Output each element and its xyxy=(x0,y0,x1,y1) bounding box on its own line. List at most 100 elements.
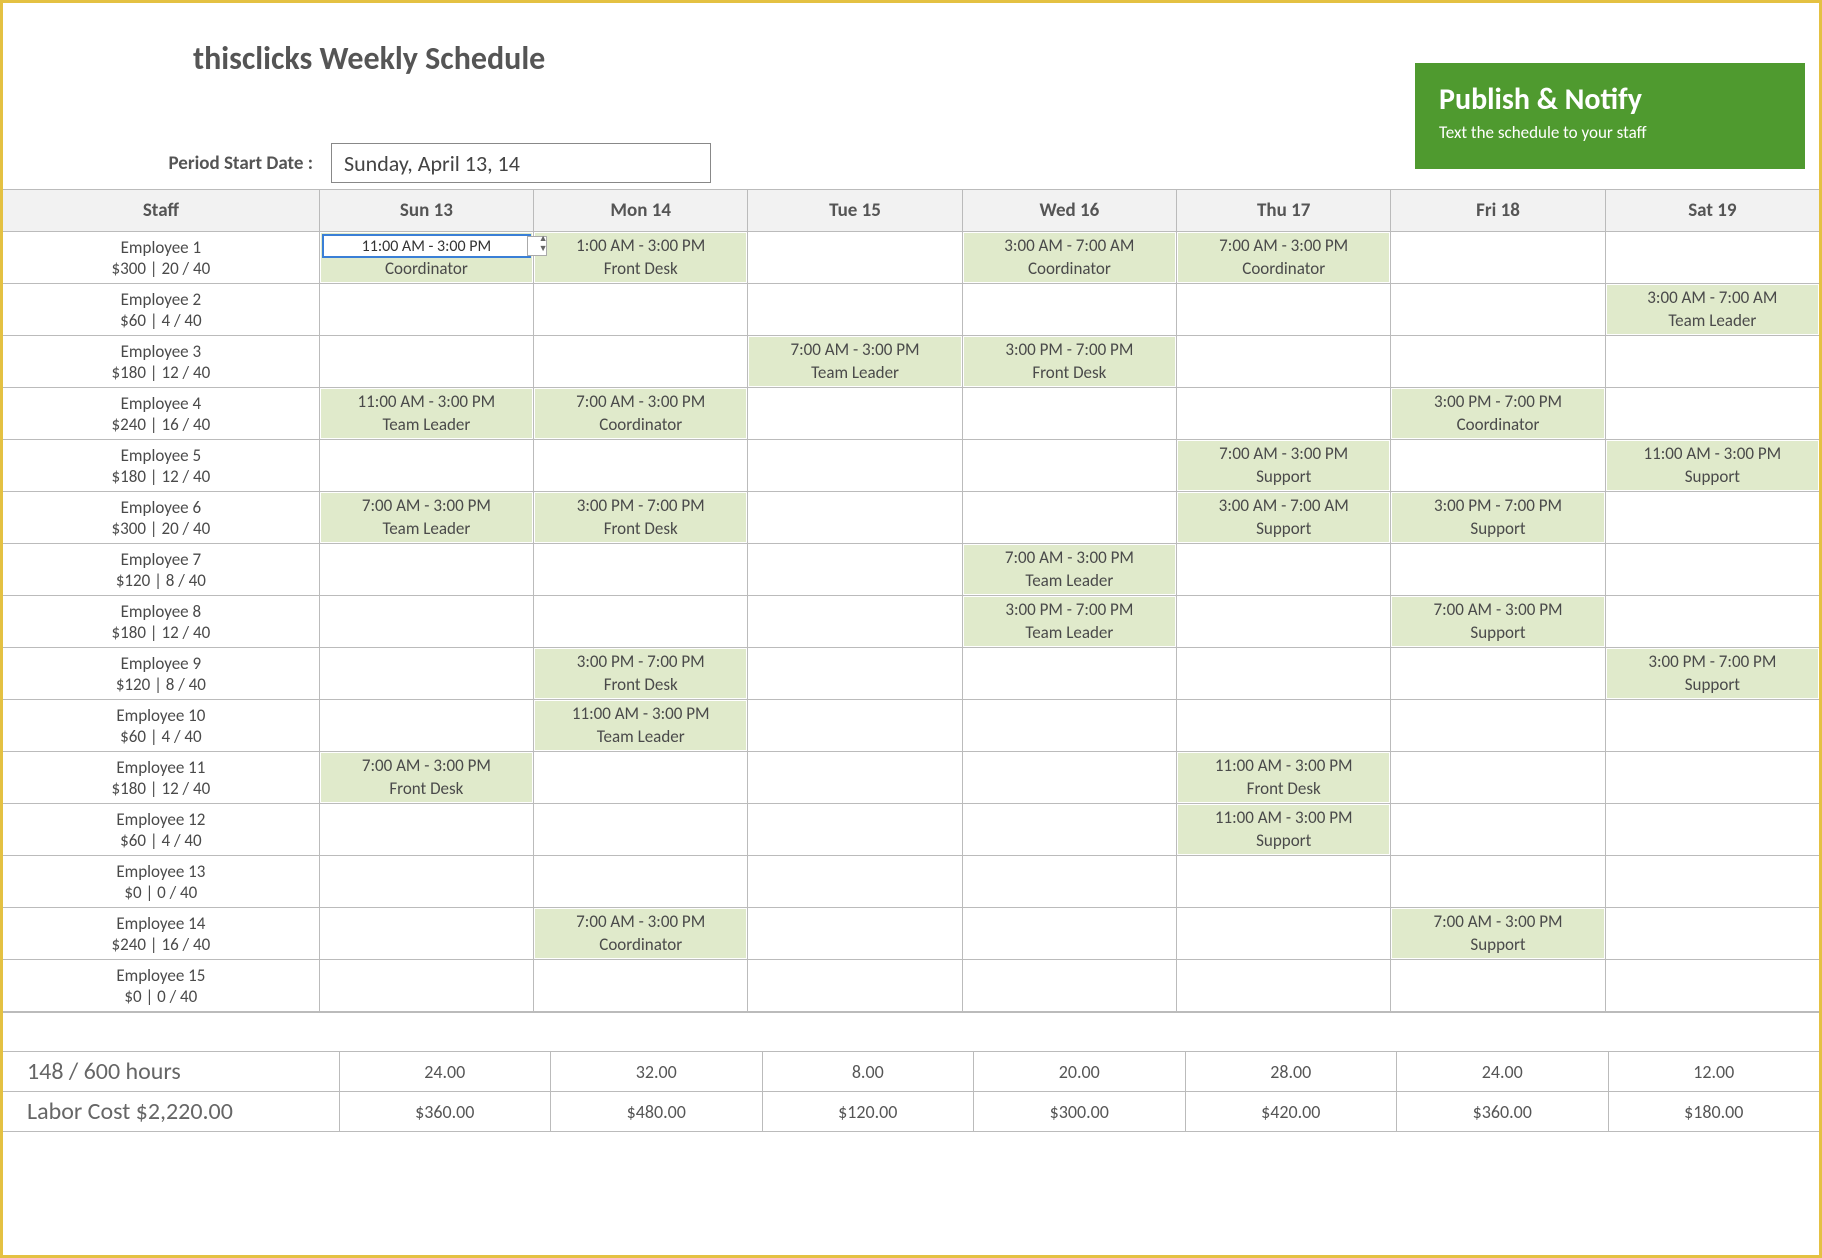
staff-cell[interactable]: Employee 10$60 | 4 / 40 xyxy=(3,700,320,751)
schedule-cell[interactable] xyxy=(1606,492,1819,543)
shift-block[interactable]: 7:00 AM - 3:00 PMTeam Leader xyxy=(321,493,532,542)
staff-cell[interactable]: Employee 8$180 | 12 / 40 xyxy=(3,596,320,647)
shift-block[interactable]: 11:00 AM - 3:00 PMSupport xyxy=(1607,441,1818,490)
shift-block[interactable]: 3:00 AM - 7:00 AMCoordinator xyxy=(964,233,1175,282)
schedule-cell[interactable] xyxy=(534,960,748,1011)
shift-block[interactable]: 11:00 AM - 3:00 PMTeam Leader xyxy=(321,389,532,438)
staff-cell[interactable]: Employee 6$300 | 20 / 40 xyxy=(3,492,320,543)
schedule-cell[interactable] xyxy=(1606,388,1819,439)
schedule-cell[interactable] xyxy=(320,284,534,335)
col-header-day[interactable]: Sun 13 xyxy=(320,190,534,231)
schedule-cell[interactable] xyxy=(1177,544,1391,595)
shift-block[interactable]: 7:00 AM - 3:00 PMSupport xyxy=(1178,441,1389,490)
schedule-cell[interactable]: 3:00 PM - 7:00 PMCoordinator xyxy=(1391,388,1605,439)
staff-cell[interactable]: Employee 14$240 | 16 / 40 xyxy=(3,908,320,959)
schedule-cell[interactable] xyxy=(748,440,962,491)
schedule-cell[interactable]: 3:00 AM - 7:00 AMSupport xyxy=(1177,492,1391,543)
schedule-cell[interactable] xyxy=(963,284,1177,335)
schedule-cell[interactable] xyxy=(748,388,962,439)
schedule-cell[interactable] xyxy=(1606,700,1819,751)
schedule-cell[interactable] xyxy=(963,856,1177,907)
schedule-cell[interactable] xyxy=(963,492,1177,543)
staff-cell[interactable]: Employee 3$180 | 12 / 40 xyxy=(3,336,320,387)
schedule-cell[interactable]: 11:00 AM - 3:00 PMSupport xyxy=(1177,804,1391,855)
schedule-cell[interactable] xyxy=(1391,960,1605,1011)
schedule-cell[interactable] xyxy=(1177,908,1391,959)
schedule-cell[interactable] xyxy=(963,960,1177,1011)
staff-cell[interactable]: Employee 2$60 | 4 / 40 xyxy=(3,284,320,335)
shift-block[interactable]: 7:00 AM - 3:00 PMFront Desk xyxy=(321,753,532,802)
col-header-day[interactable]: Mon 14 xyxy=(534,190,748,231)
schedule-cell[interactable] xyxy=(320,908,534,959)
schedule-cell[interactable] xyxy=(1606,336,1819,387)
schedule-cell[interactable] xyxy=(320,544,534,595)
schedule-cell[interactable] xyxy=(1606,596,1819,647)
shift-block[interactable]: 7:00 AM - 3:00 PMCoordinator xyxy=(535,389,746,438)
schedule-cell[interactable] xyxy=(320,440,534,491)
schedule-cell[interactable] xyxy=(534,544,748,595)
shift-block[interactable]: 1:00 AM - 3:00 PMFront Desk xyxy=(535,233,746,282)
schedule-cell[interactable] xyxy=(1391,856,1605,907)
schedule-cell[interactable] xyxy=(320,336,534,387)
schedule-cell[interactable] xyxy=(534,440,748,491)
shift-block[interactable]: 7:00 AM - 3:00 PMTeam Leader xyxy=(749,337,960,386)
schedule-cell[interactable] xyxy=(534,596,748,647)
schedule-cell[interactable]: 3:00 PM - 7:00 PMSupport xyxy=(1391,492,1605,543)
schedule-cell[interactable]: 11:00 AM - 3:00 PMSupport xyxy=(1606,440,1819,491)
schedule-cell[interactable] xyxy=(534,804,748,855)
schedule-cell[interactable]: 7:00 AM - 3:00 PMTeam Leader xyxy=(320,492,534,543)
schedule-cell[interactable]: 1:00 AM - 3:00 PMFront Desk xyxy=(534,232,748,283)
schedule-cell[interactable] xyxy=(963,752,1177,803)
shift-block[interactable]: 7:00 AM - 3:00 PMCoordinator xyxy=(1178,233,1389,282)
schedule-cell[interactable] xyxy=(748,752,962,803)
active-cell-selection[interactable]: 11:00 AM - 3:00 PM xyxy=(322,234,531,258)
schedule-cell[interactable]: 3:00 AM - 7:00 AMTeam Leader xyxy=(1606,284,1819,335)
shift-block[interactable]: 11:00 AM - 3:00 PMFront Desk xyxy=(1178,753,1389,802)
schedule-cell[interactable] xyxy=(1606,232,1819,283)
schedule-cell[interactable] xyxy=(1391,440,1605,491)
schedule-cell[interactable] xyxy=(320,596,534,647)
schedule-cell[interactable] xyxy=(748,700,962,751)
schedule-cell[interactable]: 7:00 AM - 3:00 PMCoordinator xyxy=(534,908,748,959)
staff-cell[interactable]: Employee 13$0 | 0 / 40 xyxy=(3,856,320,907)
staff-cell[interactable]: Employee 11$180 | 12 / 40 xyxy=(3,752,320,803)
schedule-cell[interactable]: 7:00 AM - 3:00 PMSupport xyxy=(1391,908,1605,959)
schedule-cell[interactable] xyxy=(748,908,962,959)
shift-block[interactable]: 11:00 AM - 3:00 PMSupport xyxy=(1178,805,1389,854)
col-header-day[interactable]: Fri 18 xyxy=(1391,190,1605,231)
publish-notify-button[interactable]: Publish & Notify Text the schedule to yo… xyxy=(1415,63,1805,169)
schedule-cell[interactable]: 7:00 AM - 3:00 PMTeam Leader xyxy=(963,544,1177,595)
schedule-cell[interactable] xyxy=(1606,908,1819,959)
staff-cell[interactable]: Employee 9$120 | 8 / 40 xyxy=(3,648,320,699)
schedule-cell[interactable]: 7:00 AM - 3:00 PMCoordinator xyxy=(534,388,748,439)
schedule-cell[interactable] xyxy=(534,856,748,907)
schedule-cell[interactable] xyxy=(1177,336,1391,387)
staff-cell[interactable]: Employee 4$240 | 16 / 40 xyxy=(3,388,320,439)
schedule-cell[interactable]: 11:00 AM - 3:00 PMCoordinator11:00 AM - … xyxy=(320,232,534,283)
schedule-cell[interactable] xyxy=(1391,804,1605,855)
schedule-cell[interactable] xyxy=(534,284,748,335)
schedule-cell[interactable] xyxy=(320,648,534,699)
period-start-input[interactable]: Sunday, April 13, 14 xyxy=(331,143,711,183)
schedule-cell[interactable] xyxy=(320,960,534,1011)
schedule-cell[interactable] xyxy=(534,336,748,387)
shift-block[interactable]: 3:00 PM - 7:00 PMFront Desk xyxy=(535,649,746,698)
schedule-cell[interactable] xyxy=(748,284,962,335)
schedule-cell[interactable] xyxy=(748,596,962,647)
schedule-cell[interactable]: 11:00 AM - 3:00 PMTeam Leader xyxy=(320,388,534,439)
schedule-cell[interactable] xyxy=(748,492,962,543)
schedule-cell[interactable] xyxy=(748,960,962,1011)
schedule-cell[interactable] xyxy=(748,648,962,699)
staff-cell[interactable]: Employee 12$60 | 4 / 40 xyxy=(3,804,320,855)
schedule-cell[interactable] xyxy=(748,544,962,595)
schedule-cell[interactable] xyxy=(748,804,962,855)
shift-block[interactable]: 11:00 AM - 3:00 PMTeam Leader xyxy=(535,701,746,750)
schedule-cell[interactable]: 7:00 AM - 3:00 PMSupport xyxy=(1391,596,1605,647)
schedule-cell[interactable] xyxy=(1606,960,1819,1011)
shift-block[interactable]: 3:00 PM - 7:00 PMSupport xyxy=(1392,493,1603,542)
schedule-cell[interactable]: 3:00 PM - 7:00 PMSupport xyxy=(1606,648,1819,699)
schedule-cell[interactable] xyxy=(963,440,1177,491)
schedule-cell[interactable] xyxy=(320,804,534,855)
schedule-cell[interactable] xyxy=(1177,388,1391,439)
schedule-cell[interactable] xyxy=(1177,596,1391,647)
